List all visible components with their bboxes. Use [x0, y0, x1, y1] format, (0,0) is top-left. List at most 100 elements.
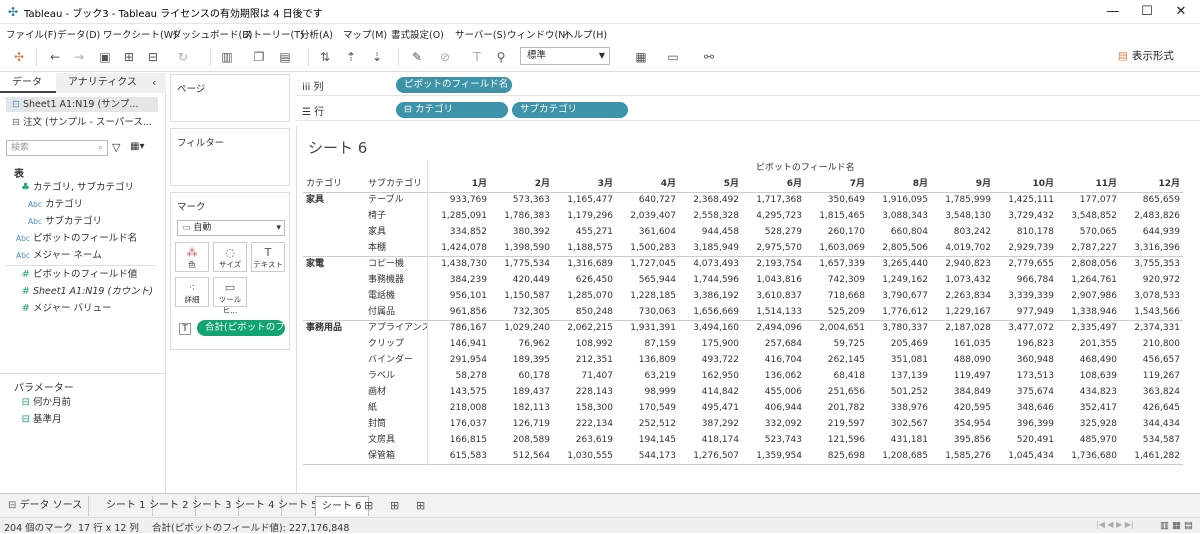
value-cell[interactable]: 176,037	[426, 416, 490, 432]
search-input[interactable]: 検索 ⌕	[6, 140, 108, 156]
value-cell[interactable]: 354,954	[931, 416, 994, 432]
value-cell[interactable]: 1,425,111	[994, 192, 1057, 208]
text-button[interactable]: T テキスト	[251, 242, 285, 272]
value-cell[interactable]: 742,309	[805, 272, 868, 288]
value-cell[interactable]: 380,392	[490, 224, 553, 240]
month-header[interactable]: 1月	[426, 176, 490, 192]
pivot-field-header[interactable]: ピボットのフィールド名	[426, 160, 1183, 176]
close-button[interactable]: ✕	[1164, 2, 1198, 22]
value-cell[interactable]: 173,513	[994, 368, 1057, 384]
value-cell[interactable]: 201,782	[805, 400, 868, 416]
value-cell[interactable]: 1,514,133	[742, 304, 805, 320]
color-button[interactable]: ⁂ 色	[175, 242, 209, 272]
value-cell[interactable]: 332,092	[742, 416, 805, 432]
value-cell[interactable]: 1,045,434	[994, 448, 1057, 464]
value-cell[interactable]: 208,589	[490, 432, 553, 448]
subcategory-cell[interactable]: ラベル	[365, 368, 427, 384]
value-cell[interactable]: 2,004,651	[805, 320, 868, 336]
value-cell[interactable]: 177,077	[1057, 192, 1120, 208]
field-measure-names[interactable]: Abc メジャー ネーム	[6, 249, 102, 263]
value-cell[interactable]: 87,159	[616, 336, 679, 352]
value-cell[interactable]: 573,363	[490, 192, 553, 208]
subcategory-cell[interactable]: クリップ	[365, 336, 427, 352]
value-cell[interactable]: 1,776,612	[868, 304, 931, 320]
tab-navigation-icon[interactable]: |◀ ◀ ▶ ▶|	[1096, 520, 1134, 529]
value-cell[interactable]: 60,178	[490, 368, 553, 384]
value-cell[interactable]: 2,975,570	[742, 240, 805, 256]
value-cell[interactable]: 644,939	[1120, 224, 1183, 240]
month-header[interactable]: 11月	[1057, 176, 1120, 192]
value-cell[interactable]: 325,928	[1057, 416, 1120, 432]
value-cell[interactable]: 2,483,826	[1120, 208, 1183, 224]
value-cell[interactable]: 810,178	[994, 224, 1057, 240]
tab-analytics[interactable]: アナリティクス	[56, 73, 166, 93]
value-cell[interactable]: 4,073,493	[679, 256, 742, 272]
value-cell[interactable]: 2,335,497	[1057, 320, 1120, 336]
tab-datasource[interactable]: ⊟ データ ソース	[2, 496, 90, 516]
value-cell[interactable]: 2,187,028	[931, 320, 994, 336]
value-cell[interactable]: 3,386,192	[679, 288, 742, 304]
value-cell[interactable]: 194,145	[616, 432, 679, 448]
value-cell[interactable]: 58,278	[426, 368, 490, 384]
month-header[interactable]: 6月	[742, 176, 805, 192]
value-cell[interactable]: 2,374,331	[1120, 320, 1183, 336]
detail-button[interactable]: ⁖ 詳細	[175, 277, 209, 307]
filters-card[interactable]: フィルター	[170, 128, 290, 186]
value-cell[interactable]: 493,722	[679, 352, 742, 368]
value-cell[interactable]: 119,497	[931, 368, 994, 384]
value-cell[interactable]: 512,564	[490, 448, 553, 464]
value-cell[interactable]: 626,450	[553, 272, 616, 288]
value-cell[interactable]: 1,398,590	[490, 240, 553, 256]
swap-icon[interactable]: ⇅	[316, 48, 334, 66]
value-cell[interactable]: 3,548,852	[1057, 208, 1120, 224]
value-cell[interactable]: 2,193,754	[742, 256, 805, 272]
value-cell[interactable]: 468,490	[1057, 352, 1120, 368]
value-cell[interactable]: 363,824	[1120, 384, 1183, 400]
view-options-icon[interactable]: ▦▾	[130, 141, 144, 152]
value-cell[interactable]: 352,417	[1057, 400, 1120, 416]
datasource-item-sheet1[interactable]: ⊡ Sheet1 A1:N19 (サンプ...	[6, 97, 158, 112]
value-cell[interactable]: 803,242	[931, 224, 994, 240]
value-cell[interactable]: 1,815,465	[805, 208, 868, 224]
mark-type-select[interactable]: ▭ 自動 ▾	[177, 220, 285, 236]
subcategory-cell[interactable]: 文房具	[365, 432, 427, 448]
value-cell[interactable]: 431,181	[868, 432, 931, 448]
redo-icon[interactable]: →	[70, 48, 88, 66]
value-cell[interactable]: 1,744,596	[679, 272, 742, 288]
value-cell[interactable]: 2,940,823	[931, 256, 994, 272]
value-cell[interactable]: 434,823	[1057, 384, 1120, 400]
month-header[interactable]: 4月	[616, 176, 679, 192]
value-cell[interactable]: 1,438,730	[426, 256, 490, 272]
value-cell[interactable]: 1,188,575	[553, 240, 616, 256]
subcategory-cell[interactable]: 電話機	[365, 288, 427, 304]
value-cell[interactable]: 387,292	[679, 416, 742, 432]
value-cell[interactable]: 528,279	[742, 224, 805, 240]
tab-data[interactable]: データ	[0, 73, 56, 93]
month-header[interactable]: 9月	[931, 176, 994, 192]
value-cell[interactable]: 1,264,761	[1057, 272, 1120, 288]
value-cell[interactable]: 1,150,587	[490, 288, 553, 304]
value-cell[interactable]: 3,548,130	[931, 208, 994, 224]
value-cell[interactable]: 350,649	[805, 192, 868, 208]
value-cell[interactable]: 3,780,337	[868, 320, 931, 336]
value-cell[interactable]: 2,558,328	[679, 208, 742, 224]
value-cell[interactable]: 534,587	[1120, 432, 1183, 448]
field-hierarchy[interactable]: ♣ カテゴリ, サブカテゴリ	[6, 181, 134, 195]
highlight-icon[interactable]: ✎	[408, 48, 426, 66]
value-cell[interactable]: 262,145	[805, 352, 868, 368]
value-cell[interactable]: 218,008	[426, 400, 490, 416]
value-cell[interactable]: 3,494,160	[679, 320, 742, 336]
value-cell[interactable]: 63,219	[616, 368, 679, 384]
marks-pill-sum[interactable]: 合計(ピボットのフ...	[197, 320, 285, 336]
value-cell[interactable]: 302,567	[868, 416, 931, 432]
undo-icon[interactable]: ←	[46, 48, 64, 66]
new-sheet-icon[interactable]: ⊞	[364, 499, 373, 512]
subcategory-cell[interactable]: 紙	[365, 400, 427, 416]
new-datasource-icon[interactable]: ⊞	[120, 48, 138, 66]
value-cell[interactable]: 1,029,240	[490, 320, 553, 336]
value-cell[interactable]: 523,743	[742, 432, 805, 448]
value-cell[interactable]: 3,477,072	[994, 320, 1057, 336]
value-cell[interactable]: 3,339,339	[994, 288, 1057, 304]
value-cell[interactable]: 1,657,339	[805, 256, 868, 272]
value-cell[interactable]: 520,491	[994, 432, 1057, 448]
